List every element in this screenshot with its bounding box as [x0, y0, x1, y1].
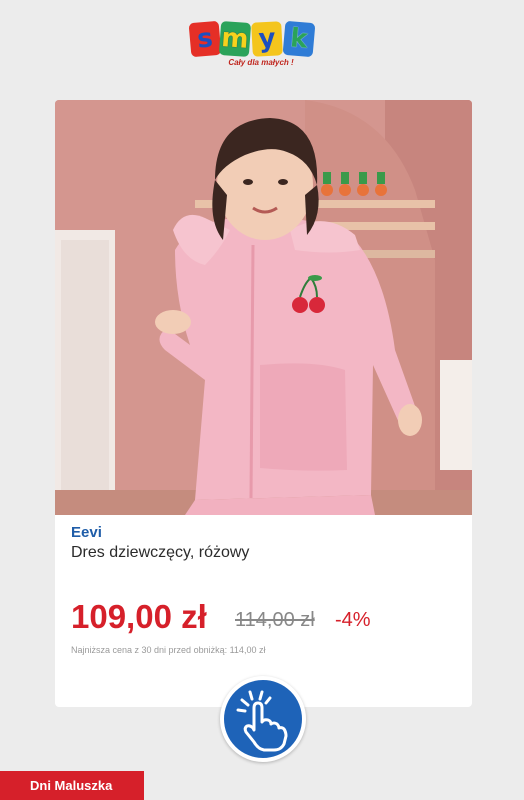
logo-tagline: Cały dla małych ! [228, 58, 294, 67]
event-tag[interactable]: Dni Maluszka [0, 771, 144, 800]
hand-tap-icon [236, 690, 288, 752]
discount-badge: -4% [335, 609, 371, 631]
product-name[interactable]: Dres dziewczęcy, różowy [71, 544, 249, 562]
old-price: 114,00 zł [235, 609, 315, 631]
logo-letter-s: s [188, 20, 222, 58]
logo-letter-y: y [251, 21, 283, 57]
tap-button[interactable] [220, 676, 306, 762]
product-photo[interactable] [55, 100, 472, 515]
girl-photo-illustration [55, 100, 472, 515]
product-card[interactable]: Eevi Dres dziewczęcy, różowy 109,00 zł 1… [55, 100, 472, 707]
smyk-logo: s m y k Cały dla małych ! [188, 20, 332, 74]
product-brand[interactable]: Eevi [71, 524, 102, 541]
logo-letter-k: k [282, 20, 316, 58]
current-price: 109,00 zł [71, 598, 207, 635]
logo-letter-m: m [218, 20, 252, 58]
lowest-price-note: Najniższa cena z 30 dni przed obniżką: 1… [71, 645, 266, 655]
event-tag-label: Dni Maluszka [30, 778, 113, 793]
